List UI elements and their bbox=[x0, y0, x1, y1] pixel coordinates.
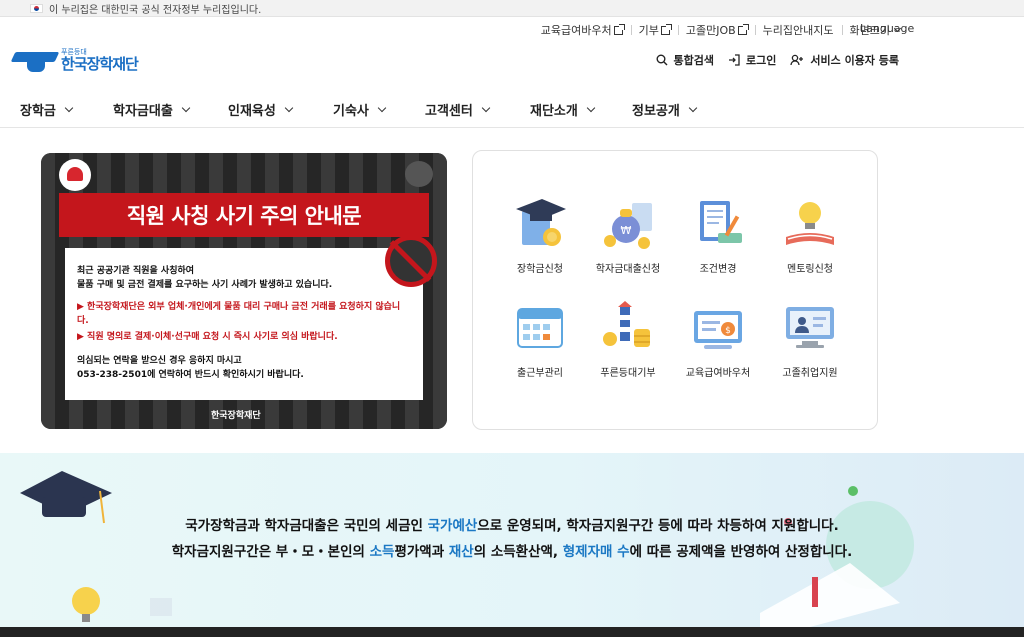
quick-attendance-manage[interactable]: 출근부관리 bbox=[495, 299, 585, 379]
quick-loan-apply[interactable]: ₩ 학자금대출신청 bbox=[583, 195, 673, 275]
svg-text:$: $ bbox=[725, 326, 731, 336]
voucher-card-icon: $ bbox=[690, 299, 746, 355]
gov-banner-text: 이 누리집은 대한민국 공식 전자정부 누리집입니다. bbox=[49, 4, 262, 16]
site-logo[interactable]: 푸른등대 한국장학재단 bbox=[10, 46, 139, 74]
quick-job-support[interactable]: 고졸취업지원 bbox=[765, 299, 855, 379]
quick-donation[interactable]: 푸른등대기부 bbox=[583, 299, 673, 379]
lighthouse-coins-icon bbox=[600, 299, 656, 355]
external-link-icon bbox=[660, 23, 672, 35]
gov-banner: 이 누리집은 대한민국 공식 전자정부 누리집입니다. bbox=[0, 0, 1024, 17]
quick-condition-change[interactable]: 조건변경 bbox=[673, 195, 763, 275]
devil-icon bbox=[405, 161, 433, 187]
lightbulb-book-icon bbox=[782, 195, 838, 251]
quick-mentoring-apply[interactable]: 멘토링신청 bbox=[765, 195, 855, 275]
search-icon bbox=[656, 54, 668, 66]
chevron-down-icon bbox=[64, 103, 74, 112]
login-button[interactable]: 로그인 bbox=[728, 52, 776, 68]
register-button[interactable]: 서비스 이용자 등록 bbox=[790, 52, 899, 68]
nav-disclosure[interactable]: 정보공개 bbox=[632, 100, 698, 119]
quick-menu: 장학금신청 ₩ 학자금대출신청 조건변경 멘토링신청 출근부관리 푸른등대기부 … bbox=[472, 150, 878, 430]
banner-warning-1: ▶ 한국장학재단은 외부 업체·개인에게 물품 대리 구매나 금전 거래를 요청… bbox=[77, 302, 401, 326]
header-actions: 통합검색 로그인 서비스 이용자 등록 bbox=[642, 52, 899, 68]
chevron-down-icon bbox=[586, 103, 596, 112]
logo-name: 한국장학재단 bbox=[61, 55, 139, 73]
info-line-1: 국가장학금과 학자금대출은 국민의 세금인 국가예산으로 운영되며, 학자금지원… bbox=[185, 518, 839, 534]
banner-title: 직원 사칭 사기 주의 안내문 bbox=[59, 193, 429, 237]
footer-bar bbox=[0, 627, 1024, 637]
quick-education-voucher[interactable]: $ 교육급여바우처 bbox=[673, 299, 763, 379]
chevron-down-icon bbox=[481, 103, 491, 112]
nav-talent[interactable]: 인재육성 bbox=[228, 100, 294, 119]
money-bag-icon: ₩ bbox=[600, 195, 656, 251]
funding-info-banner: 국가장학금과 학자금대출은 국민의 세금인 국가예산으로 운영되며, 학자금지원… bbox=[0, 453, 1024, 627]
graduation-cap-icon bbox=[512, 195, 568, 251]
external-link-icon bbox=[613, 23, 625, 35]
chevron-down-icon bbox=[688, 103, 698, 112]
prohibited-icon bbox=[385, 235, 437, 287]
quick-scholarship-apply[interactable]: 장학금신청 bbox=[495, 195, 585, 275]
nav-dormitory[interactable]: 기숙사 bbox=[333, 100, 387, 119]
chevron-down-icon bbox=[284, 103, 294, 112]
utility-donate-link[interactable]: 기부 bbox=[630, 22, 678, 38]
user-add-icon bbox=[790, 54, 804, 66]
external-link-icon bbox=[737, 23, 749, 35]
chevron-down-icon bbox=[377, 103, 387, 112]
nav-customer-center[interactable]: 고객센터 bbox=[425, 100, 491, 119]
utility-voucher-link[interactable]: 교육급여바우처 bbox=[533, 22, 631, 38]
korean-flag-icon bbox=[30, 3, 43, 13]
svg-text:₩: ₩ bbox=[621, 224, 632, 237]
utility-job-link[interactable]: 고졸만JOB bbox=[677, 22, 755, 38]
info-line-2: 학자금지원구간은 부・모・본인의 소득평가액과 재산의 소득환산액, 형제자매 … bbox=[171, 544, 853, 560]
language-button[interactable]: Language bbox=[860, 22, 914, 35]
banner-warning-2: ▶ 직원 명의로 결제·이체·선구매 요청 시 즉시 사기로 의심 바랍니다. bbox=[77, 332, 338, 342]
logo-cap-icon bbox=[10, 46, 60, 74]
info-text: 국가장학금과 학자금대출은 국민의 세금인 국가예산으로 운영되며, 학자금지원… bbox=[0, 513, 1024, 565]
fraud-warning-banner[interactable]: 직원 사칭 사기 주의 안내문 최근 공공기관 직원을 사칭하여 물품 구매 및 … bbox=[41, 153, 447, 429]
nav-student-loan[interactable]: 학자금대출 bbox=[113, 100, 191, 119]
login-icon bbox=[729, 54, 740, 66]
utility-sitemap-link[interactable]: 누리집안내지도 bbox=[754, 22, 842, 38]
main-navigation: 장학금 학자금대출 인재육성 기숙사 고객센터 재단소개 정보공개 bbox=[0, 88, 1024, 128]
utility-menu: 교육급여바우처 기부 고졸만JOB 누리집안내지도 화면크기 bbox=[533, 22, 908, 38]
integrated-search-button[interactable]: 통합검색 bbox=[656, 52, 714, 68]
monitor-person-icon bbox=[782, 299, 838, 355]
siren-icon bbox=[59, 159, 91, 191]
document-edit-icon bbox=[690, 195, 746, 251]
banner-footer-logo: 한국장학재단 bbox=[211, 411, 261, 421]
nav-foundation[interactable]: 재단소개 bbox=[530, 100, 596, 119]
banner-notice-card: 최근 공공기관 직원을 사칭하여 물품 구매 및 금전 결제를 요구하는 사기 사… bbox=[65, 248, 423, 400]
calendar-icon bbox=[512, 299, 568, 355]
nav-scholarship[interactable]: 장학금 bbox=[20, 100, 74, 119]
chevron-down-icon bbox=[181, 103, 191, 112]
